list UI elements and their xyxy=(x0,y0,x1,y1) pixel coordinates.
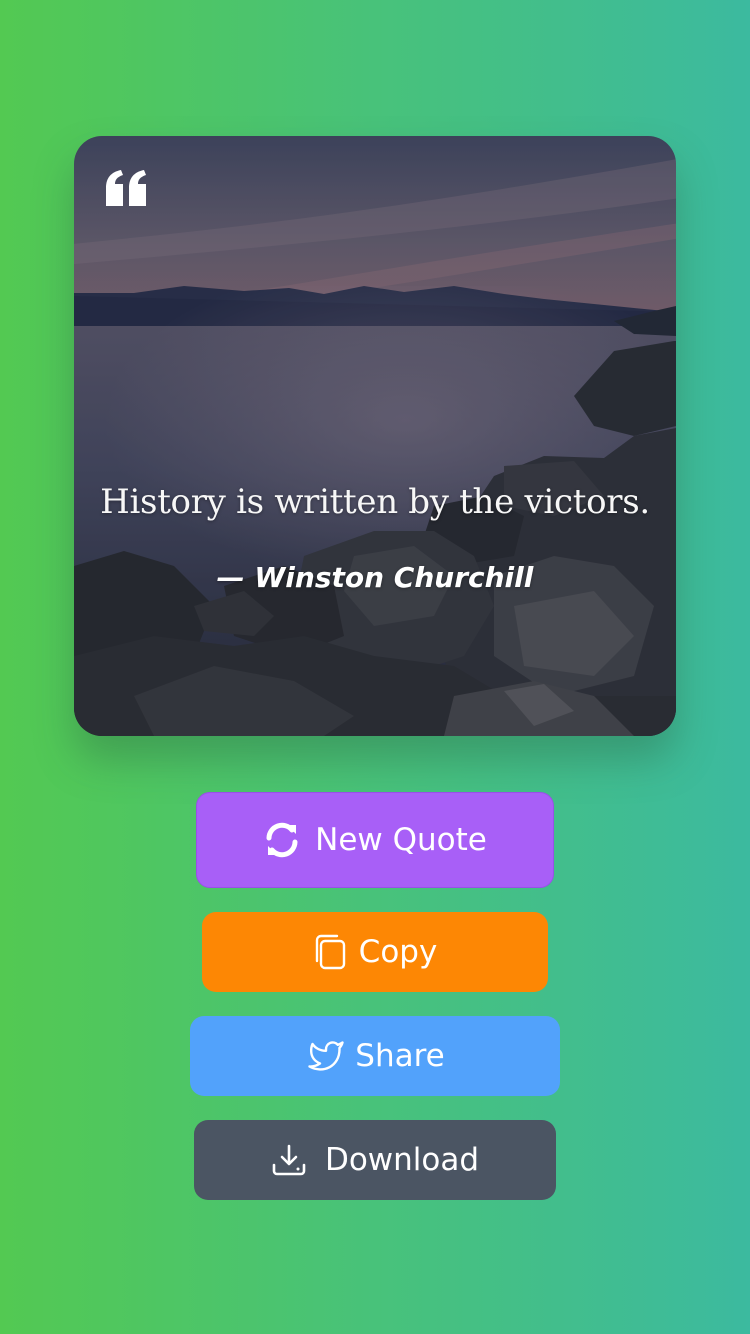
quote-card: History is written by the victors. — Win… xyxy=(74,136,676,736)
twitter-icon xyxy=(308,1041,344,1071)
quote-author: — Winston Churchill xyxy=(216,561,534,594)
download-icon xyxy=(272,1144,306,1176)
download-label: Download xyxy=(324,1142,480,1178)
copy-icon xyxy=(315,934,345,970)
quote-left-icon xyxy=(106,170,146,206)
refresh-icon xyxy=(266,822,298,858)
copy-label: Copy xyxy=(358,934,438,970)
copy-button[interactable]: Copy xyxy=(202,912,548,992)
new-quote-button[interactable]: New Quote xyxy=(196,792,554,888)
new-quote-label: New Quote xyxy=(315,822,487,858)
share-label: Share xyxy=(355,1038,445,1074)
quote-text: History is written by the victors. xyxy=(100,482,650,522)
share-button[interactable]: Share xyxy=(190,1016,560,1096)
download-button[interactable]: Download xyxy=(194,1120,556,1200)
background-photo xyxy=(74,136,676,736)
